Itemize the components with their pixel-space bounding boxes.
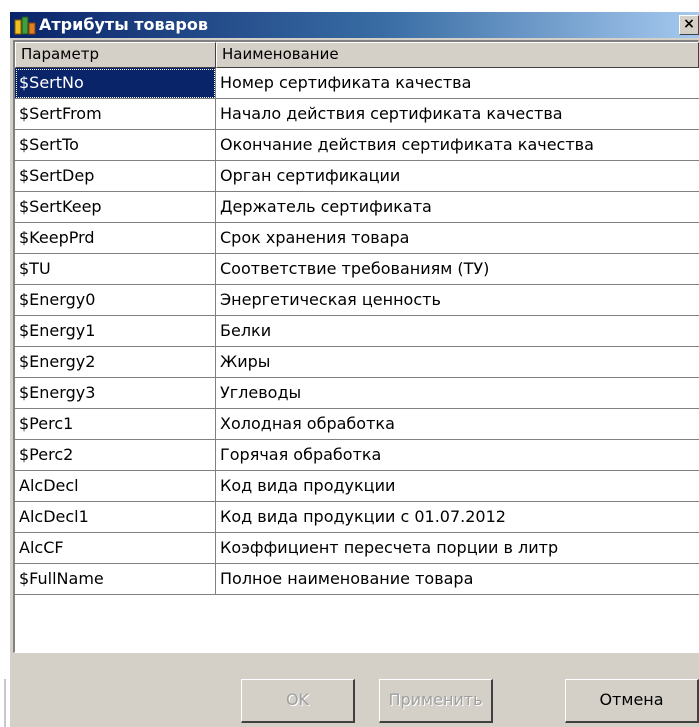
- close-icon[interactable]: ×: [679, 15, 699, 35]
- param-cell[interactable]: $Energy0: [15, 285, 216, 316]
- name-cell[interactable]: Горячая обработка: [216, 440, 699, 471]
- ok-button[interactable]: OK: [241, 679, 355, 723]
- table-row[interactable]: $FullName Полное наименование товара: [15, 564, 699, 595]
- table-row[interactable]: $Energy2 Жиры: [15, 347, 699, 378]
- table-row[interactable]: $Perc1 Холодная обработка: [15, 409, 699, 440]
- param-cell[interactable]: $Perc2: [15, 440, 216, 471]
- param-cell[interactable]: AlcDecl: [15, 471, 216, 502]
- name-cell[interactable]: Коэффициент пересчета порции в литр: [216, 533, 699, 564]
- title-bar[interactable]: Атрибуты товаров ×: [10, 12, 699, 38]
- table-row[interactable]: $TU Соответствие требованиям (ТУ): [15, 254, 699, 285]
- param-cell[interactable]: $Perc1: [15, 409, 216, 440]
- table-row[interactable]: $SertNo Номер сертификата качества: [15, 68, 699, 99]
- app-icon: [14, 15, 36, 35]
- table-row[interactable]: $Energy1 Белки: [15, 316, 699, 347]
- param-cell[interactable]: $SertDep: [15, 161, 216, 192]
- divider: [4, 679, 6, 727]
- name-cell[interactable]: Номер сертификата качества: [216, 68, 699, 99]
- name-cell[interactable]: Держатель сертификата: [216, 192, 699, 223]
- table-row[interactable]: AlcDecl Код вида продукции: [15, 471, 699, 502]
- table-row[interactable]: $Energy3 Углеводы: [15, 378, 699, 409]
- name-cell[interactable]: Жиры: [216, 347, 699, 378]
- name-cell[interactable]: Окончание действия сертификата качества: [216, 130, 699, 161]
- name-cell[interactable]: Срок хранения товара: [216, 223, 699, 254]
- table-row[interactable]: AlcCF Коэффициент пересчета порции в литр: [15, 533, 699, 564]
- name-cell[interactable]: Белки: [216, 316, 699, 347]
- table-row[interactable]: $SertFrom Начало действия сертификата кач…: [15, 99, 699, 130]
- window-title: Атрибуты товаров: [39, 15, 208, 34]
- cancel-button[interactable]: Отмена: [565, 679, 699, 723]
- param-cell[interactable]: $SertKeep: [15, 192, 216, 223]
- param-cell[interactable]: $FullName: [15, 564, 216, 595]
- param-cell[interactable]: $Energy1: [15, 316, 216, 347]
- param-cell[interactable]: $Energy3: [15, 378, 216, 409]
- param-cell[interactable]: $SertNo: [15, 68, 216, 99]
- name-cell[interactable]: Орган сертификации: [216, 161, 699, 192]
- name-cell[interactable]: Начало действия сертификата качества: [216, 99, 699, 130]
- param-cell[interactable]: $Energy2: [15, 347, 216, 378]
- table-row[interactable]: $KeepPrd Срок хранения товара: [15, 223, 699, 254]
- attributes-table[interactable]: Параметр Наименование $SertNo Номер серти…: [13, 40, 699, 653]
- table-row[interactable]: $SertKeep Держатель сертификата: [15, 192, 699, 223]
- column-header-param[interactable]: Параметр: [15, 42, 216, 68]
- name-cell[interactable]: Соответствие требованиям (ТУ): [216, 254, 699, 285]
- table-row[interactable]: $Perc2 Горячая обработка: [15, 440, 699, 471]
- name-cell[interactable]: Код вида продукции: [216, 471, 699, 502]
- param-cell[interactable]: $TU: [15, 254, 216, 285]
- param-cell[interactable]: $SertTo: [15, 130, 216, 161]
- name-cell[interactable]: Код вида продукции с 01.07.2012: [216, 502, 699, 533]
- table-row[interactable]: AlcDecl1 Код вида продукции с 01.07.2012: [15, 502, 699, 533]
- table-row[interactable]: $SertDep Орган сертификации: [15, 161, 699, 192]
- name-cell[interactable]: Холодная обработка: [216, 409, 699, 440]
- param-cell[interactable]: AlcCF: [15, 533, 216, 564]
- name-cell[interactable]: Полное наименование товара: [216, 564, 699, 595]
- name-cell[interactable]: Углеводы: [216, 378, 699, 409]
- background-strip: [0, 0, 9, 727]
- param-cell[interactable]: $SertFrom: [15, 99, 216, 130]
- table-row[interactable]: $Energy0 Энергетическая ценность: [15, 285, 699, 316]
- dialog-window: Атрибуты товаров × Параметр Наименование…: [9, 11, 699, 727]
- name-cell[interactable]: Энергетическая ценность: [216, 285, 699, 316]
- param-cell[interactable]: AlcDecl1: [15, 502, 216, 533]
- column-header-name[interactable]: Наименование: [216, 42, 699, 68]
- table-row[interactable]: $SertTo Окончание действия сертификата ка…: [15, 130, 699, 161]
- param-cell[interactable]: $KeepPrd: [15, 223, 216, 254]
- apply-button[interactable]: Применить: [379, 679, 493, 723]
